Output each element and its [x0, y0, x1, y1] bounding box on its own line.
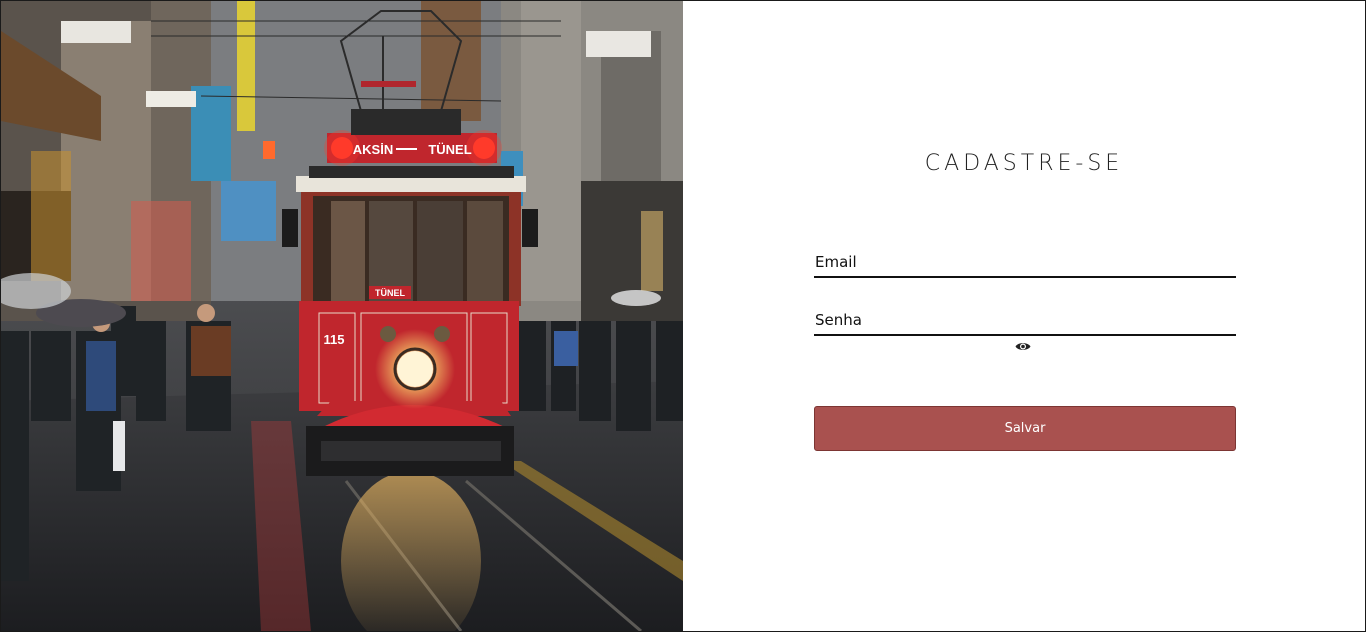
password-field[interactable] [814, 306, 1236, 334]
street-tram-image: AKSİN TÜNEL 4 TÜNEL 115 [1, 1, 683, 631]
tram-window-sign: TÜNEL [375, 288, 405, 298]
page-title: CADASTRE-SE [924, 151, 1124, 176]
email-field-container [814, 248, 1236, 278]
tram-sign-left: AKSİN [353, 142, 393, 157]
eye-icon [1015, 342, 1031, 350]
save-button[interactable]: Salvar [814, 406, 1236, 451]
email-field[interactable] [814, 248, 1236, 276]
password-visibility-toggle[interactable] [1014, 339, 1032, 353]
signup-page: AKSİN TÜNEL 4 TÜNEL 115 CADASTRE-SE [0, 0, 1366, 632]
background-photo: AKSİN TÜNEL 4 TÜNEL 115 [1, 1, 683, 631]
password-field-container [814, 306, 1236, 336]
signup-form-panel: CADASTRE-SE Salvar [683, 1, 1365, 631]
tram-sign-right: TÜNEL [428, 142, 471, 157]
tram-fleet-number: 115 [324, 332, 345, 347]
